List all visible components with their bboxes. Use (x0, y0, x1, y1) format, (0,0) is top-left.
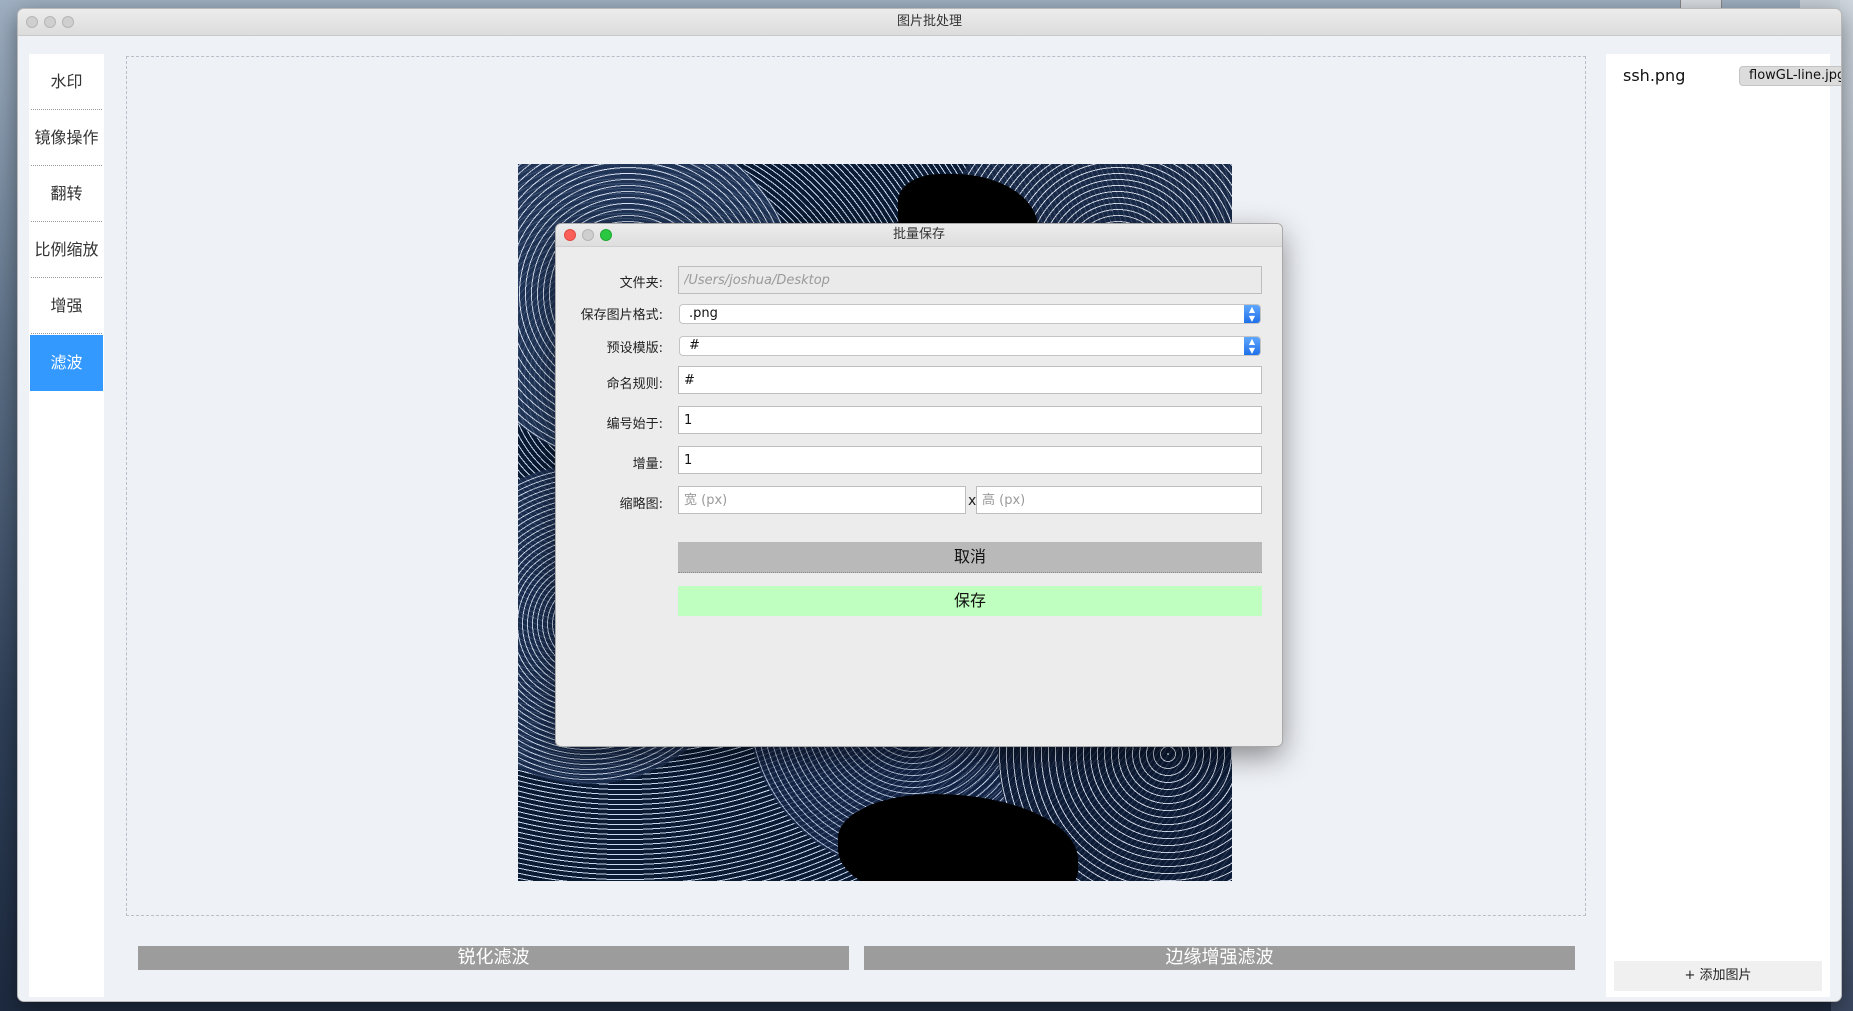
window-title: 图片批处理 (896, 14, 962, 29)
template-label: 预设模版: (606, 341, 663, 356)
close-dot-icon[interactable] (564, 229, 576, 241)
start-number-field[interactable] (678, 406, 1262, 434)
sidebar-item-filter[interactable]: 滤波 (30, 335, 103, 391)
cancel-button[interactable]: 取消 (678, 542, 1262, 573)
edge-enhance-filter-button[interactable]: 边缘增强滤波 (864, 946, 1575, 970)
sidebar-item-mirror[interactable]: 镜像操作 (29, 110, 104, 166)
sidebar-item-flip[interactable]: 翻转 (29, 166, 104, 222)
dropdown-arrow-icon: ▲ ▼ (1244, 337, 1260, 355)
folder-field[interactable] (678, 266, 1262, 294)
zoom-dot-icon[interactable] (600, 229, 612, 241)
naming-rule-field[interactable] (678, 366, 1262, 394)
naming-rule-label: 命名规则: (606, 377, 663, 392)
template-select-value: # (689, 338, 700, 353)
batch-save-dialog: 批量保存 文件夹: 保存图片格式: .png ▲▼ 预设模版: # ▲▼ 命名规… (556, 224, 1282, 746)
thumbnail-width-field[interactable] (678, 486, 966, 514)
file-list-item[interactable]: flowGL-line.jpg (1739, 66, 1841, 86)
increment-label: 增量: (632, 457, 663, 472)
add-image-button[interactable]: + 添加图片 (1614, 961, 1822, 991)
dropdown-arrow-icon: ▲ ▼ (1244, 305, 1260, 323)
sidebar-item-watermark[interactable]: 水印 (29, 54, 104, 110)
sidebar: 水印 镜像操作 翻转 比例缩放 增强 滤波 (29, 54, 104, 997)
template-select[interactable]: # ▲ ▼ (679, 336, 1261, 356)
minimize-dot-icon[interactable] (44, 16, 56, 28)
format-label: 保存图片格式: (580, 308, 663, 323)
format-select[interactable]: .png ▲ ▼ (679, 304, 1261, 324)
increment-field[interactable] (678, 446, 1262, 474)
dialog-titlebar: 批量保存 (556, 224, 1282, 247)
close-dot-icon[interactable] (26, 16, 38, 28)
minimize-dot-icon[interactable] (582, 229, 594, 241)
save-button[interactable]: 保存 (678, 586, 1262, 616)
sidebar-item-scale[interactable]: 比例缩放 (29, 222, 104, 278)
sharpen-filter-button[interactable]: 锐化滤波 (138, 946, 849, 970)
thumbnail-height-field[interactable] (976, 486, 1262, 514)
folder-label: 文件夹: (619, 276, 663, 291)
start-number-label: 编号始于: (606, 417, 663, 432)
dialog-title: 批量保存 (892, 227, 945, 242)
main-titlebar: 图片批处理 (18, 9, 1841, 36)
format-select-value: .png (689, 306, 718, 321)
thumbnail-label: 缩略图: (619, 497, 663, 512)
file-list-panel: flowGL-line.jpg ssh.png + 添加图片 (1606, 54, 1841, 997)
sidebar-item-enhance[interactable]: 增强 (29, 278, 104, 334)
zoom-dot-icon[interactable] (62, 16, 74, 28)
